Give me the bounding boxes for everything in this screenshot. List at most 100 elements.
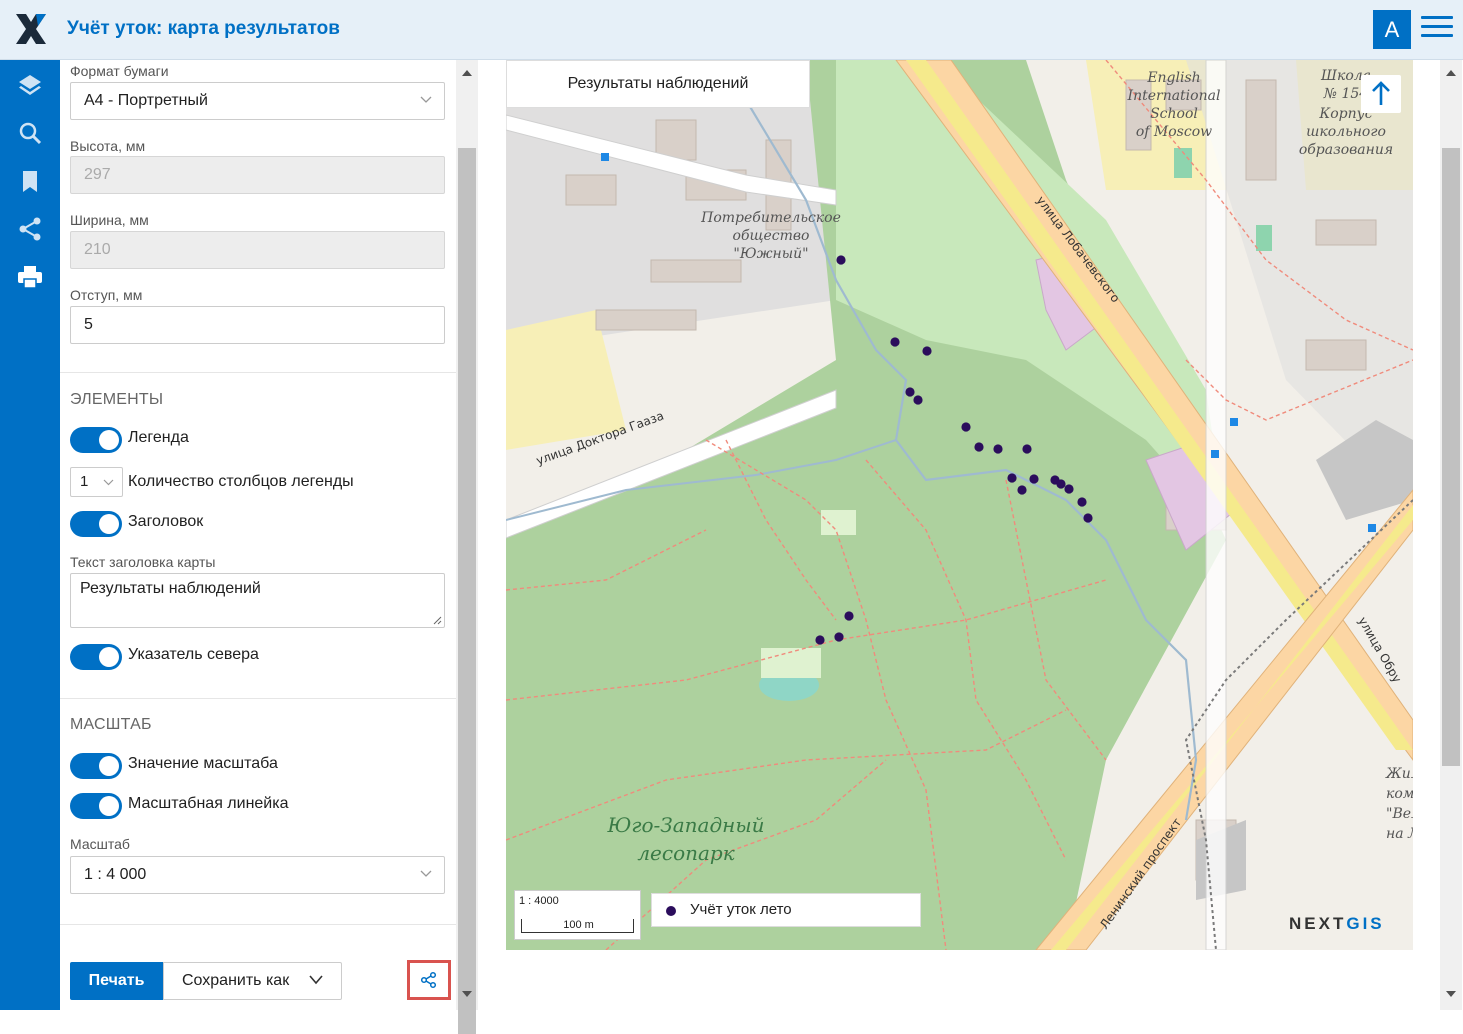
north-toggle-label: Указатель севера — [128, 646, 259, 663]
observation-point — [1022, 444, 1032, 454]
scale-bar-toggle-label: Масштабная линейка — [128, 795, 289, 812]
map-label-park: Юго-Западный — [607, 813, 765, 837]
scale-value: 1 : 4 000 — [84, 866, 147, 883]
scale-value-toggle-label: Значение масштаба — [128, 755, 278, 772]
observation-point — [961, 422, 971, 432]
map-label-school1: English — [1146, 70, 1200, 86]
resize-grip-icon[interactable] — [432, 615, 442, 625]
margin-field[interactable]: 5 — [70, 306, 445, 344]
height-field[interactable]: 297 — [70, 156, 445, 194]
print-settings-panel: Формат бумаги A4 - Портретный Высота, мм… — [60, 60, 456, 1010]
svg-text:of Moscow: of Moscow — [1136, 124, 1212, 140]
watermark-next: NEXT — [1289, 914, 1347, 933]
svg-text:School: School — [1150, 106, 1198, 122]
legend-toggle-label: Легенда — [128, 429, 189, 446]
north-arrow-toggle[interactable] — [70, 644, 122, 670]
title-text-field[interactable]: Результаты наблюдений — [70, 573, 445, 628]
observation-point — [834, 632, 844, 642]
map-canvas: English International School of Moscow Ш… — [506, 60, 1413, 950]
preview-scroll-thumb[interactable] — [1442, 148, 1460, 766]
nextgis-watermark: NEXTGIS — [1289, 914, 1385, 934]
map-legend: Учёт уток лето — [651, 893, 921, 927]
scale-text: 1 : 4000 — [519, 895, 559, 907]
svg-text:"Южный": "Южный" — [733, 246, 808, 262]
svg-text:образования: образования — [1299, 142, 1393, 158]
legend-columns-label: Количество столбцов легенды — [128, 473, 354, 490]
observation-point — [890, 337, 900, 347]
title-toggle[interactable] — [70, 511, 122, 537]
elements-section-title: ЭЛЕМЕНТЫ — [70, 391, 164, 408]
observation-point — [913, 395, 923, 405]
observation-point — [922, 346, 932, 356]
title-toggle-label: Заголовок — [128, 513, 204, 530]
svg-text:лесопарк: лесопарк — [637, 841, 734, 865]
scroll-down-arrow-icon[interactable] — [462, 991, 472, 997]
observation-point — [1007, 473, 1017, 483]
observation-point — [815, 635, 825, 645]
print-page: English International School of Moscow Ш… — [506, 60, 1413, 1010]
height-label: Высота, мм — [70, 138, 146, 154]
preview-scrollbar[interactable] — [1440, 60, 1462, 1010]
observation-point — [993, 444, 1003, 454]
print-icon[interactable] — [15, 262, 45, 292]
observation-point — [1077, 497, 1087, 507]
scale-select[interactable]: 1 : 4 000 — [70, 856, 445, 894]
nextgis-logo[interactable] — [14, 12, 48, 46]
chevron-down-icon — [420, 96, 432, 103]
hamburger-menu-icon[interactable] — [1421, 16, 1453, 42]
share-link-button[interactable] — [407, 960, 451, 1000]
svg-text:комплекс: комплекс — [1386, 786, 1413, 802]
app-header: Учёт уток: карта результатов A — [0, 0, 1463, 60]
paper-format-select[interactable]: A4 - Портретный — [70, 82, 445, 120]
svg-text:Потребительское: Потребительское — [700, 210, 841, 226]
observation-point — [1083, 513, 1093, 523]
save-as-button[interactable]: Сохранить как — [163, 962, 342, 1000]
panel-scroll-thumb[interactable] — [458, 148, 476, 1034]
legend-columns-select[interactable]: 1 — [70, 467, 123, 497]
scale-box: 1 : 4000 100 m — [514, 890, 641, 940]
scale-bar: 100 m — [521, 919, 634, 933]
watermark-gis: GIS — [1346, 914, 1385, 933]
svg-text:общество: общество — [733, 228, 810, 244]
observation-point — [1064, 484, 1074, 494]
title-text-label: Текст заголовка карты — [70, 554, 216, 570]
user-avatar-button[interactable]: A — [1373, 10, 1411, 49]
share-icon[interactable] — [15, 214, 45, 244]
observation-point — [1056, 479, 1066, 489]
scroll-up-arrow-icon[interactable] — [462, 70, 472, 76]
scale-value-toggle[interactable] — [70, 753, 122, 779]
svg-text:International: International — [1127, 88, 1221, 104]
panel-scrollbar[interactable] — [456, 60, 478, 1034]
save-as-label: Сохранить как — [182, 972, 290, 989]
observation-point — [836, 255, 846, 265]
width-label: Ширина, мм — [70, 212, 149, 228]
scale-bar-label: 100 m — [563, 919, 594, 931]
search-icon[interactable] — [15, 118, 45, 148]
layers-icon[interactable] — [15, 70, 45, 100]
map-title-box: Результаты наблюдений — [506, 60, 810, 108]
legend-marker-icon — [666, 906, 676, 916]
width-field[interactable]: 210 — [70, 231, 445, 269]
scale-bar-toggle[interactable] — [70, 793, 122, 819]
observation-point — [974, 442, 984, 452]
scroll-up-arrow-icon[interactable] — [1446, 70, 1456, 76]
margin-label: Отступ, мм — [70, 287, 143, 303]
sidebar — [0, 60, 60, 1010]
scale-label: Масштаб — [70, 836, 130, 852]
legend-label: Учёт уток лето — [690, 901, 792, 918]
bookmark-icon[interactable] — [15, 166, 45, 196]
map-preview[interactable]: English International School of Moscow Ш… — [506, 60, 1413, 950]
scroll-down-arrow-icon[interactable] — [1446, 991, 1456, 997]
divider — [60, 924, 456, 925]
chevron-down-icon — [309, 975, 323, 985]
print-button[interactable]: Печать — [70, 962, 163, 1000]
svg-text:"ВеллХаус: "ВеллХаус — [1386, 806, 1413, 822]
svg-text:Жилой: Жилой — [1385, 766, 1413, 782]
chevron-down-icon — [420, 870, 432, 877]
scale-section-title: МАСШТАБ — [70, 716, 152, 733]
print-preview-area: English International School of Moscow Ш… — [482, 60, 1440, 1010]
legend-toggle[interactable] — [70, 427, 122, 453]
title-text-value: Результаты наблюдений — [80, 580, 261, 597]
divider — [60, 372, 456, 373]
chevron-down-icon — [103, 479, 114, 486]
